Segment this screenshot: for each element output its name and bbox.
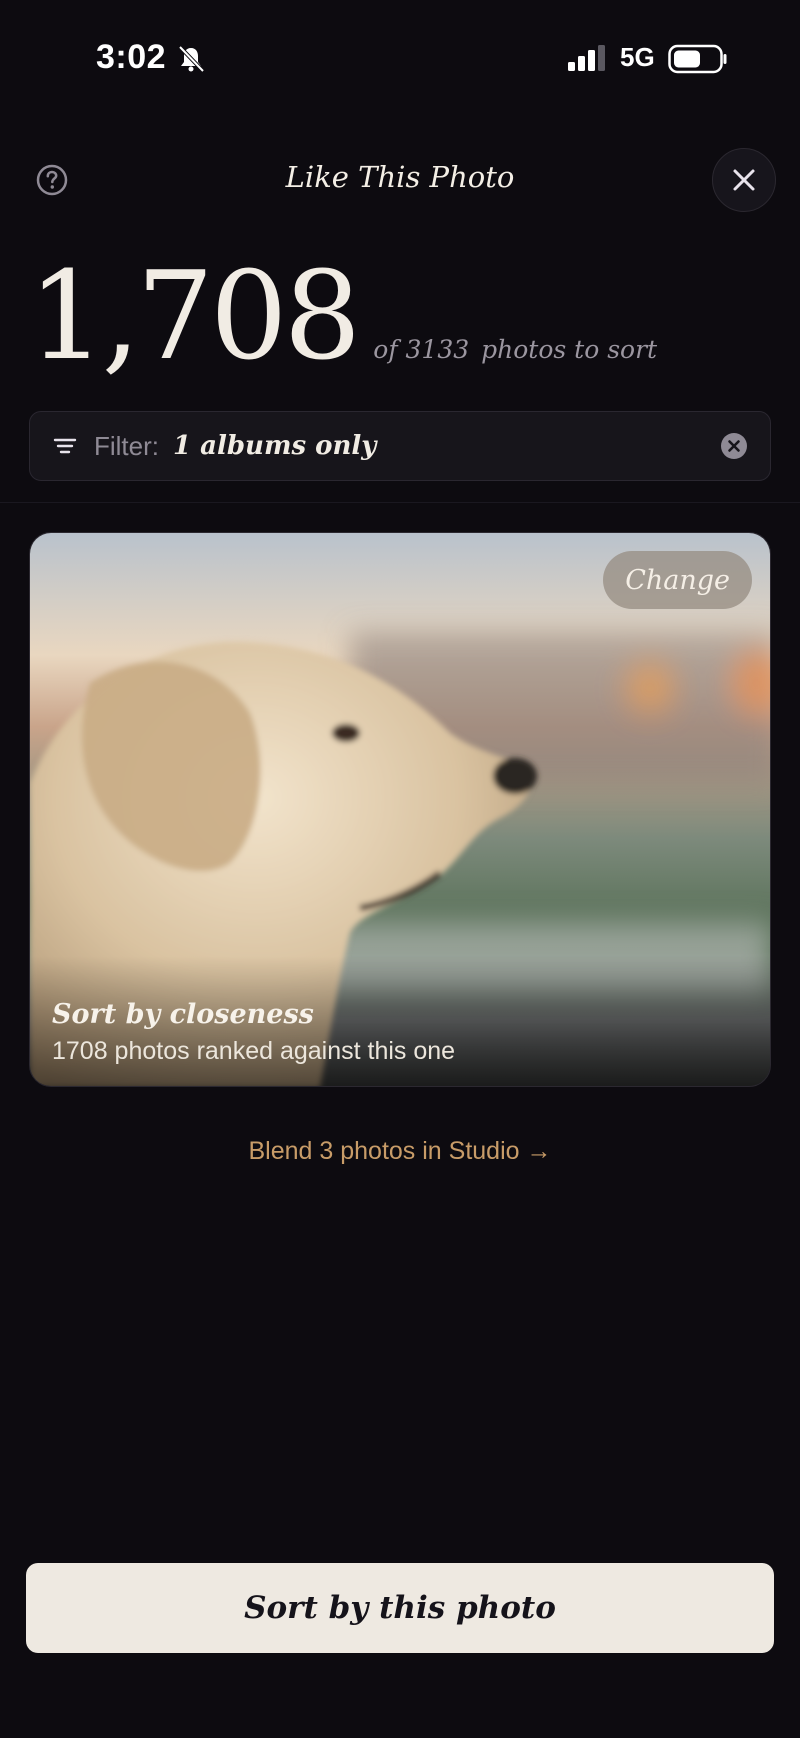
count-total: of 3133 photos to sort [373, 335, 657, 364]
filter-lines-icon [53, 438, 77, 454]
count-of-text: of 3133 [373, 335, 470, 364]
bell-muted-icon [178, 45, 205, 73]
close-button[interactable] [712, 148, 776, 212]
card-title: Sort by closeness [52, 999, 314, 1030]
filter-label: Filter: [94, 430, 159, 461]
status-time: 3:02 [96, 38, 167, 76]
filter-value: 1 albums only [173, 431, 377, 461]
network-type: 5G [620, 42, 655, 72]
page-title: Like This Photo [285, 160, 515, 194]
blend-studio-link[interactable]: Blend 3 photos in Studio → [0, 1137, 800, 1166]
signal-icon [568, 45, 605, 71]
filter-bar[interactable]: Filter: 1 albums only [29, 411, 771, 481]
change-photo-button[interactable]: Change [603, 551, 752, 609]
photo-counter: 1,708 of 3133 photos to sort [28, 255, 657, 377]
sort-by-photo-button[interactable]: Sort by this photo [26, 1563, 774, 1653]
count-suffix: photos to sort [481, 335, 658, 364]
reference-photo-card[interactable]: Change Sort by closeness 1708 photos ran… [29, 532, 771, 1087]
remaining-count: 1,708 [28, 245, 361, 387]
close-icon [733, 169, 755, 191]
battery-icon [668, 44, 727, 74]
card-subtitle: 1708 photos ranked against this one [52, 1037, 456, 1065]
status-bar: 3:02 5G [0, 0, 800, 120]
divider [0, 502, 800, 503]
clear-circle-icon[interactable] [720, 432, 748, 460]
